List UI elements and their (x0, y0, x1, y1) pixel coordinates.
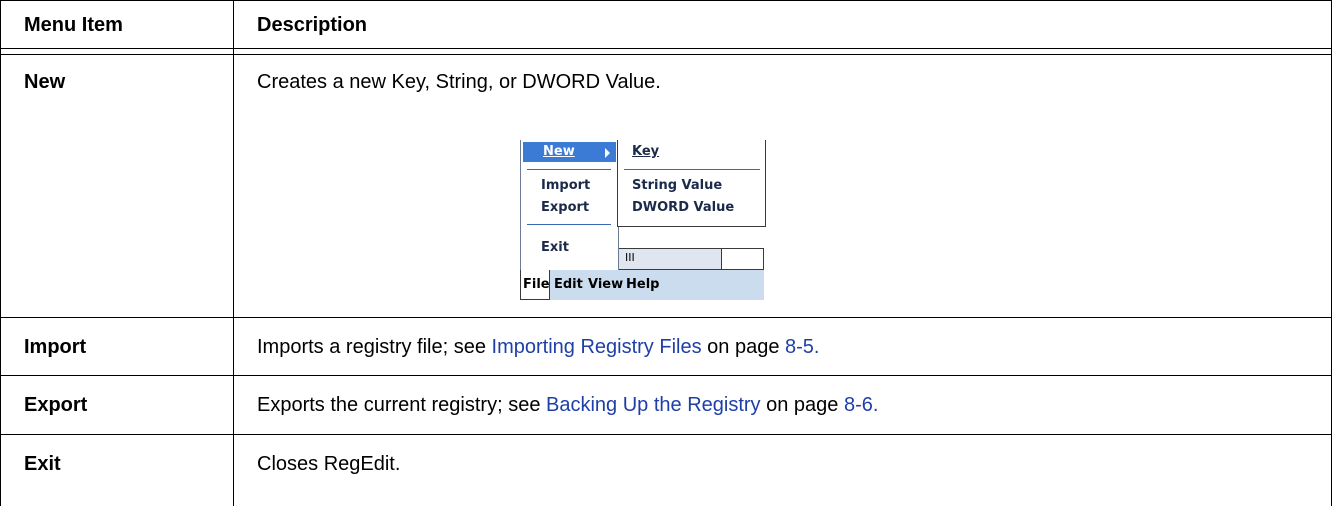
row-import-page-text: on page (701, 336, 786, 358)
menu-item-new-label: New (543, 144, 575, 159)
header-menu-item: Menu Item (24, 14, 123, 36)
menu-separator-1 (527, 169, 611, 170)
header-description: Description (257, 14, 368, 36)
menubar-edit[interactable]: Edit (554, 270, 583, 300)
row-exit-item: Exit (24, 453, 61, 475)
column-header: III (618, 248, 722, 270)
menubar-help[interactable]: Help (626, 270, 659, 300)
table-left-border (0, 0, 1, 506)
menu-separator-2 (527, 224, 611, 225)
column-header-2 (721, 248, 764, 270)
row-export-description: Exports the current registry; see Backin… (257, 393, 878, 417)
submenu-arrow-icon (605, 148, 610, 158)
row-new-item: New (24, 71, 66, 93)
submenu-item-key[interactable]: Key (632, 142, 659, 162)
row-rule-2 (0, 375, 1332, 376)
submenu-separator (624, 169, 760, 170)
page-8-6-link[interactable]: 8-6. (844, 394, 878, 416)
menu-item-new[interactable]: New (523, 142, 616, 162)
menu-item-exit[interactable]: Exit (541, 238, 569, 258)
submenu-item-key-label: Key (632, 144, 660, 159)
new-submenu: Key String Value DWORD Value (617, 140, 766, 227)
row-export-text: Exports the current registry; see (257, 394, 547, 416)
submenu-item-dword-value[interactable]: DWORD Value (632, 198, 734, 218)
menu-item-import[interactable]: Import (541, 176, 590, 196)
row-import-item: Import (24, 336, 87, 358)
file-menu: New Import Export Exit (520, 140, 619, 270)
importing-registry-files-link[interactable]: Importing Registry Files (492, 336, 702, 358)
menubar-file[interactable]: File (520, 270, 550, 300)
menu-item-export[interactable]: Export (541, 198, 589, 218)
header-rule-1 (0, 48, 1332, 49)
row-export-item: Export (24, 394, 88, 416)
backing-up-registry-link[interactable]: Backing Up the Registry (546, 394, 761, 416)
table-top-rule (0, 0, 1332, 1)
row-rule-1 (0, 317, 1332, 318)
row-exit-description: Closes RegEdit. (257, 453, 401, 475)
row-new-description: Creates a new Key, String, or DWORD Valu… (257, 71, 661, 93)
row-import-description: Imports a registry file; see Importing R… (257, 335, 819, 359)
submenu-item-string-value[interactable]: String Value (632, 176, 722, 196)
column-glyph: III (625, 251, 635, 264)
row-rule-3 (0, 434, 1332, 435)
menubar-view[interactable]: View (588, 270, 623, 300)
page-8-5-link[interactable]: 8-5. (785, 336, 819, 358)
table-right-border (1331, 0, 1332, 506)
regedit-menu-screenshot: III New Import Export Exit Key String Va… (520, 140, 766, 300)
row-export-page-text: on page (760, 394, 844, 416)
row-import-text: Imports a registry file; see (257, 336, 492, 358)
column-divider (233, 0, 234, 506)
header-rule-2 (0, 54, 1332, 55)
